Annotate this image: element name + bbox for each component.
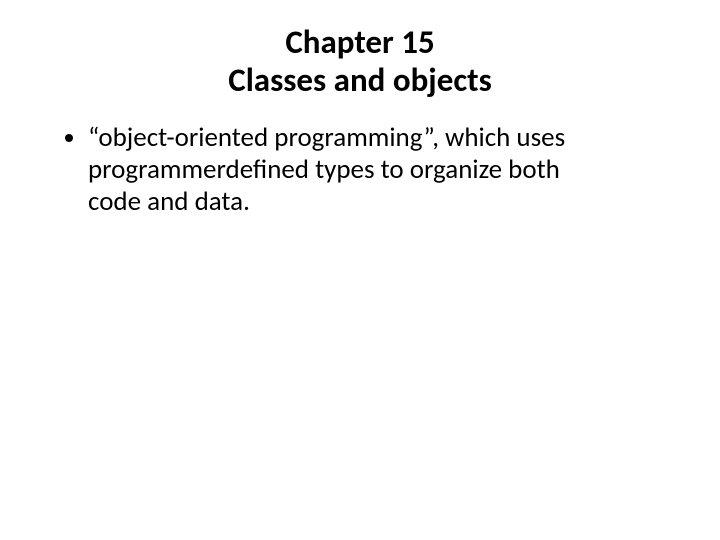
slide-title: Chapter 15 Classes and objects (48, 24, 672, 100)
title-line-1: Chapter 15 (48, 24, 672, 62)
bullet-list: “object-oriented programming”, which use… (48, 122, 672, 218)
slide: Chapter 15 Classes and objects “object-o… (0, 0, 720, 540)
title-line-2: Classes and objects (48, 62, 672, 100)
bullet-item: “object-oriented programming”, which use… (88, 122, 672, 218)
